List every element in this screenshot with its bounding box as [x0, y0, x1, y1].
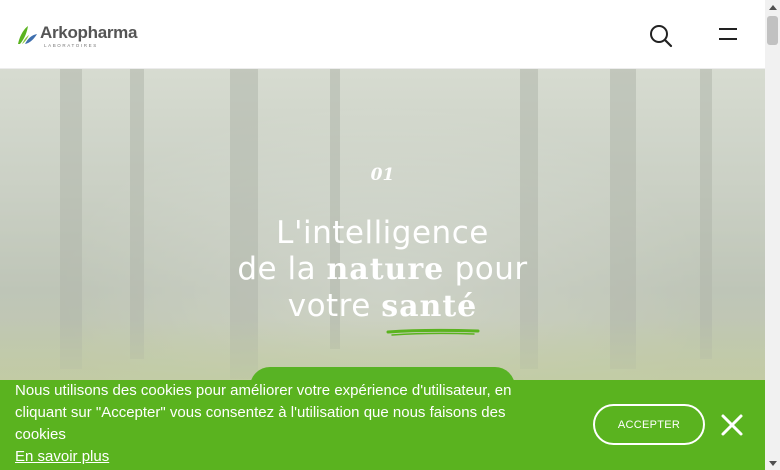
headline-emphasis-nature: nature [326, 252, 445, 287]
headline-text: pour [444, 251, 528, 287]
headline-line-2: de la nature pour [0, 251, 765, 288]
brand-name: Arkopharma [40, 23, 138, 42]
arkopharma-logo[interactable]: Arkopharma LABORATOIRES [16, 24, 137, 48]
arrow-up-icon [768, 4, 777, 10]
cookie-banner: Nous utilisons des cookies pour améliore… [0, 380, 765, 470]
cookie-message: Nous utilisons des cookies pour améliore… [15, 382, 512, 443]
hero-headline: L'intelligence de la nature pour votre s… [0, 215, 765, 325]
slide-number: 01 [370, 165, 395, 185]
arrow-down-icon [768, 460, 777, 466]
leaf-logo-icon [18, 26, 37, 44]
headline-line-3: votre santé [0, 288, 765, 325]
scroll-down-button[interactable] [765, 456, 780, 470]
brand-subtitle: LABORATOIRES [44, 43, 98, 48]
accept-cookies-button[interactable]: ACCEPTER [593, 404, 705, 445]
headline-emphasis-sante: santé [381, 289, 478, 324]
headline-line-1: L'intelligence [276, 215, 489, 251]
scrollbar-thumb[interactable] [767, 16, 778, 45]
page: Arkopharma LABORATOIRES 01 L'intelligenc… [0, 0, 780, 470]
headline-text: votre [287, 288, 382, 324]
site-header: Arkopharma LABORATOIRES [0, 0, 765, 69]
close-banner-button[interactable] [720, 413, 744, 437]
scroll-up-button[interactable] [765, 0, 780, 14]
search-button[interactable] [648, 23, 674, 49]
vertical-scrollbar[interactable] [765, 0, 780, 470]
brush-underline-icon [386, 328, 480, 336]
close-icon [721, 414, 743, 436]
search-icon [650, 25, 673, 48]
learn-more-link[interactable]: En savoir plus [15, 447, 109, 467]
menu-button[interactable] [716, 26, 740, 44]
hamburger-menu-icon [719, 28, 737, 40]
headline-text: de la [237, 251, 327, 287]
